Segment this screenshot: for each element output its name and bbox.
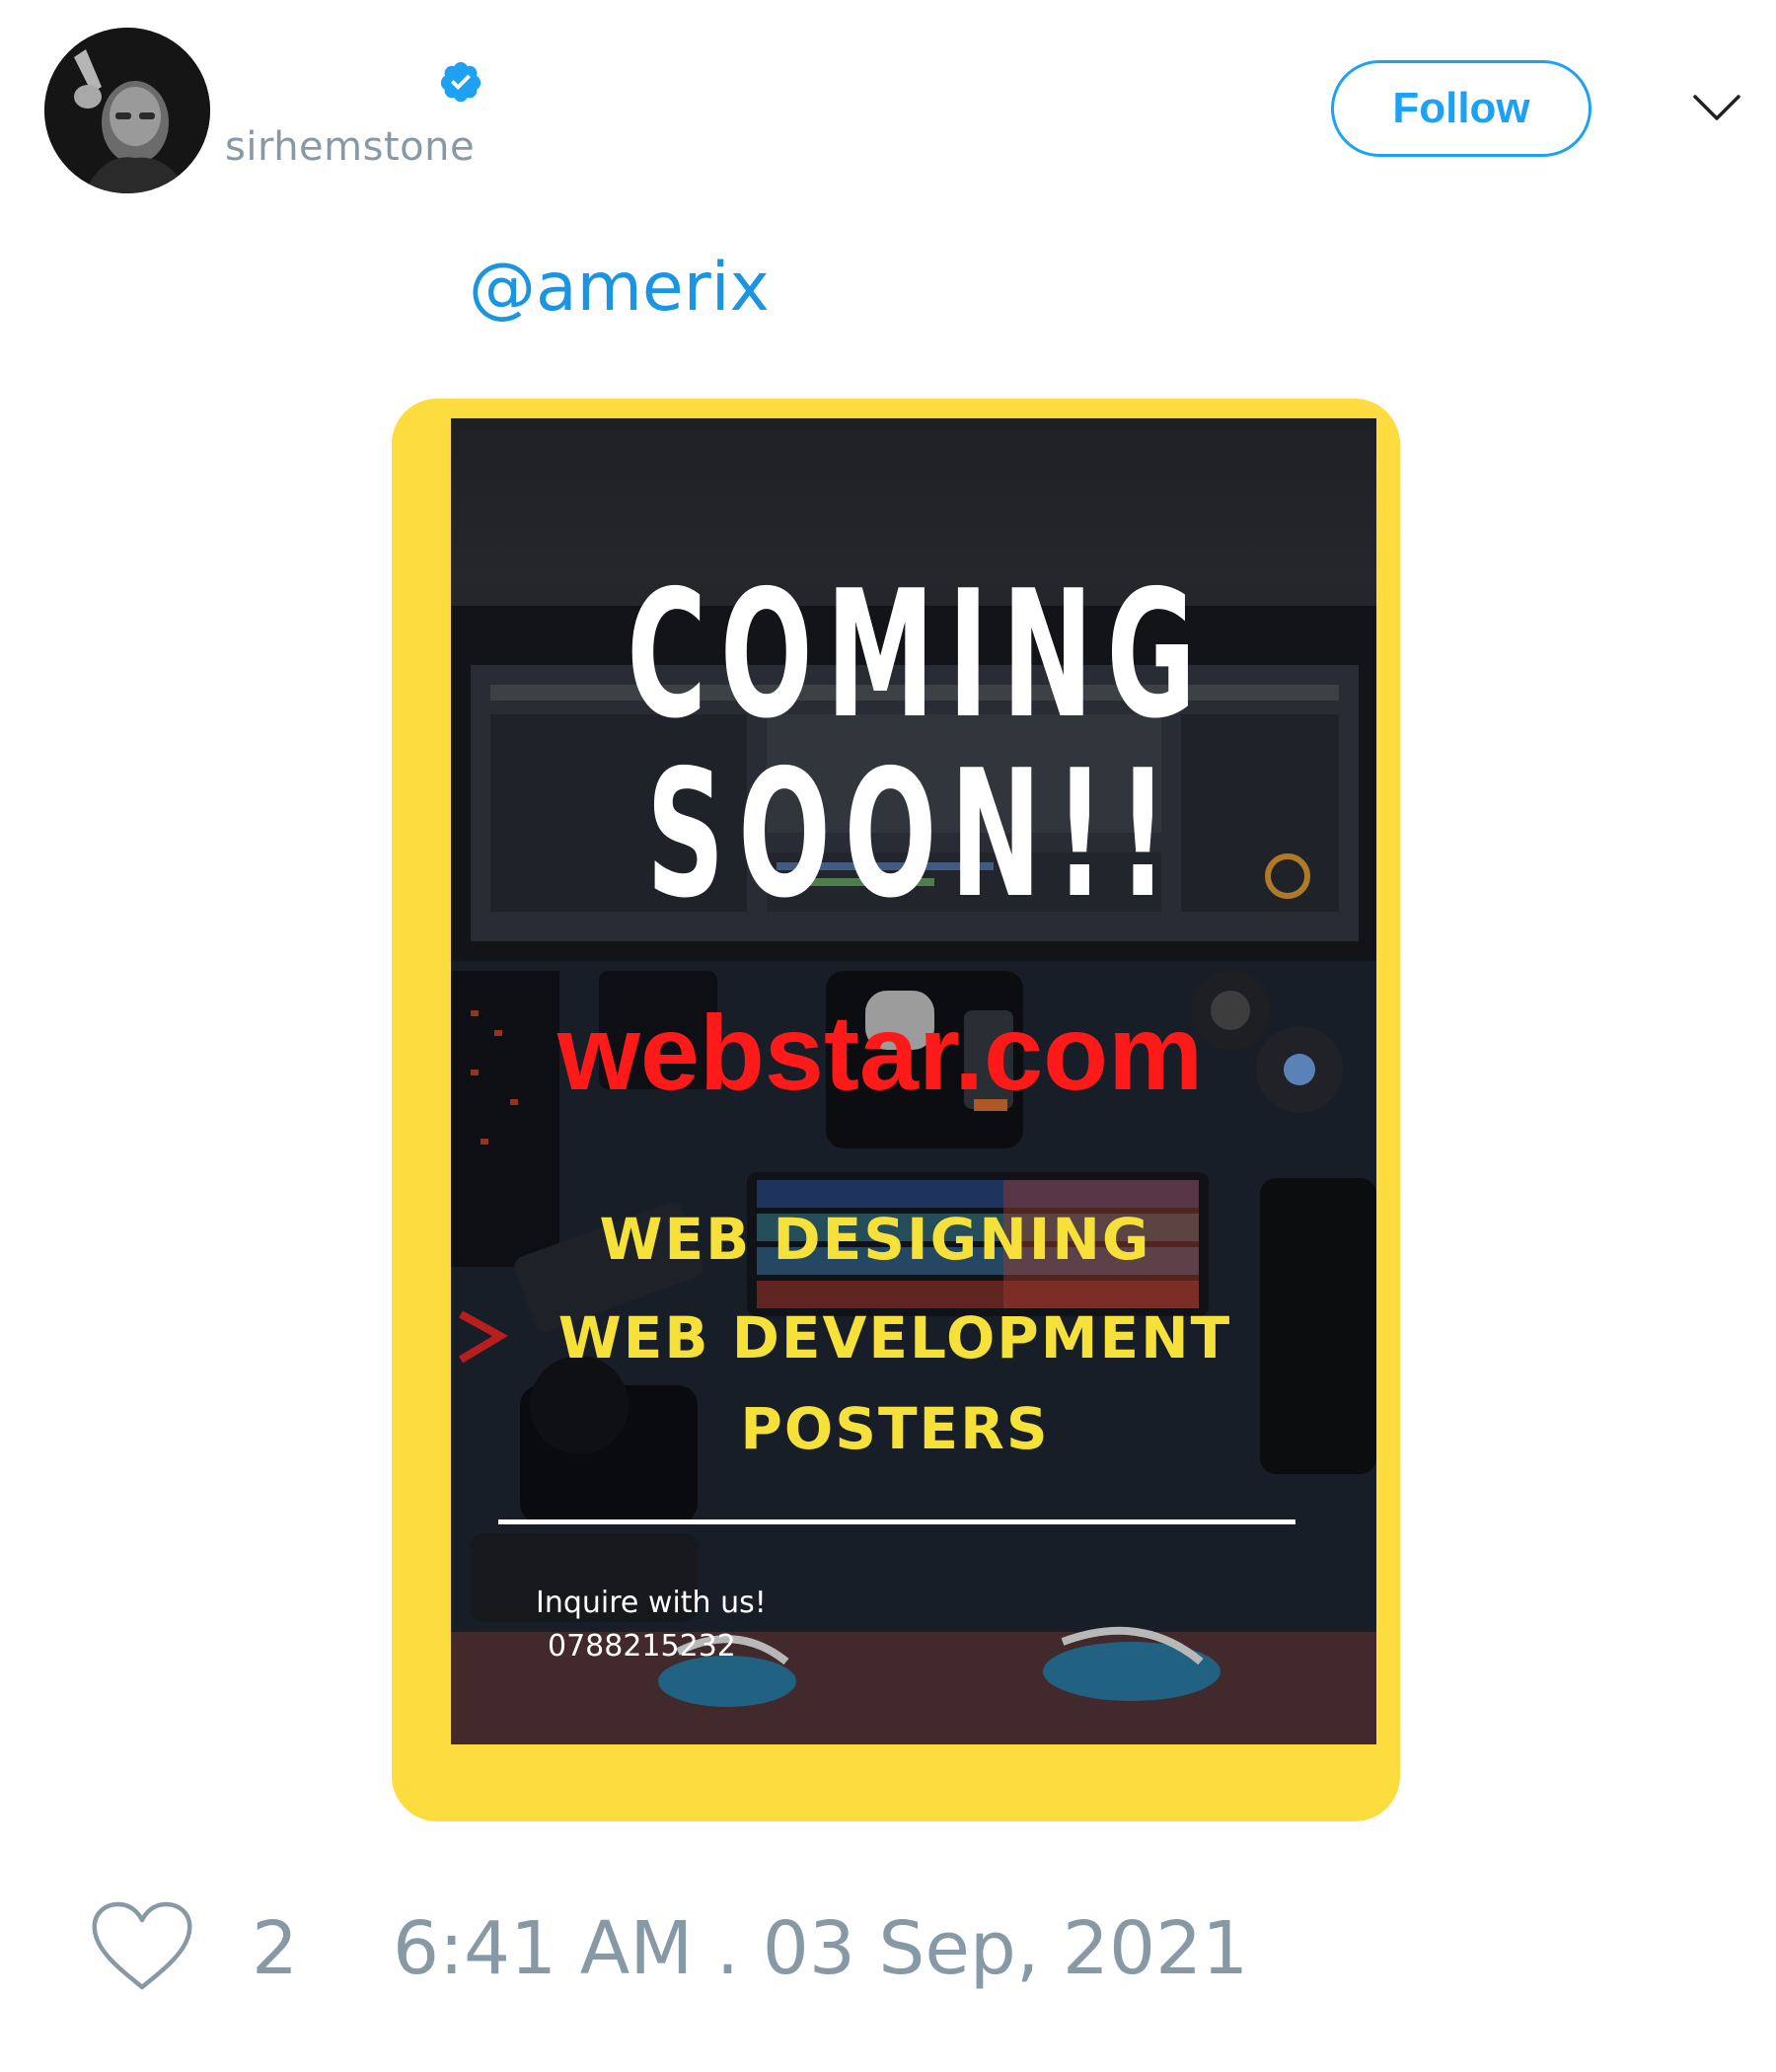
follow-button[interactable]: Follow	[1331, 60, 1591, 157]
user-handle[interactable]: sirhemstone	[225, 124, 475, 170]
poster-image: COMING SOON!! webstar.com WEB DESIGNING …	[451, 418, 1376, 1744]
poster-inquire-text: Inquire with us!	[536, 1586, 767, 1620]
chevron-down-icon[interactable]	[1691, 89, 1742, 128]
poster-headline-line2: SOON!!	[646, 732, 1181, 936]
poster-service-web-designing: WEB DESIGNING	[599, 1206, 1151, 1273]
poster-phone-number: 0788215232	[548, 1629, 736, 1664]
like-count: 2	[252, 1906, 299, 1991]
poster-divider	[498, 1519, 1295, 1524]
heart-icon[interactable]	[89, 1900, 195, 1993]
avatar-portrait	[44, 28, 210, 193]
avatar[interactable]	[44, 28, 210, 193]
tweet-media[interactable]: COMING SOON!! webstar.com WEB DESIGNING …	[392, 399, 1400, 1821]
verified-badge-icon	[438, 59, 483, 105]
mention-link[interactable]: @amerix	[469, 249, 770, 327]
poster-brand: webstar.com	[556, 993, 1204, 1112]
poster-headline-line1: COMING	[627, 553, 1210, 757]
poster-service-web-development: WEB DEVELOPMENT	[557, 1304, 1232, 1371]
tweet-timestamp[interactable]: 6:41 AM . 03 Sep, 2021	[393, 1906, 1248, 1991]
poster-service-posters: POSTERS	[740, 1395, 1050, 1462]
